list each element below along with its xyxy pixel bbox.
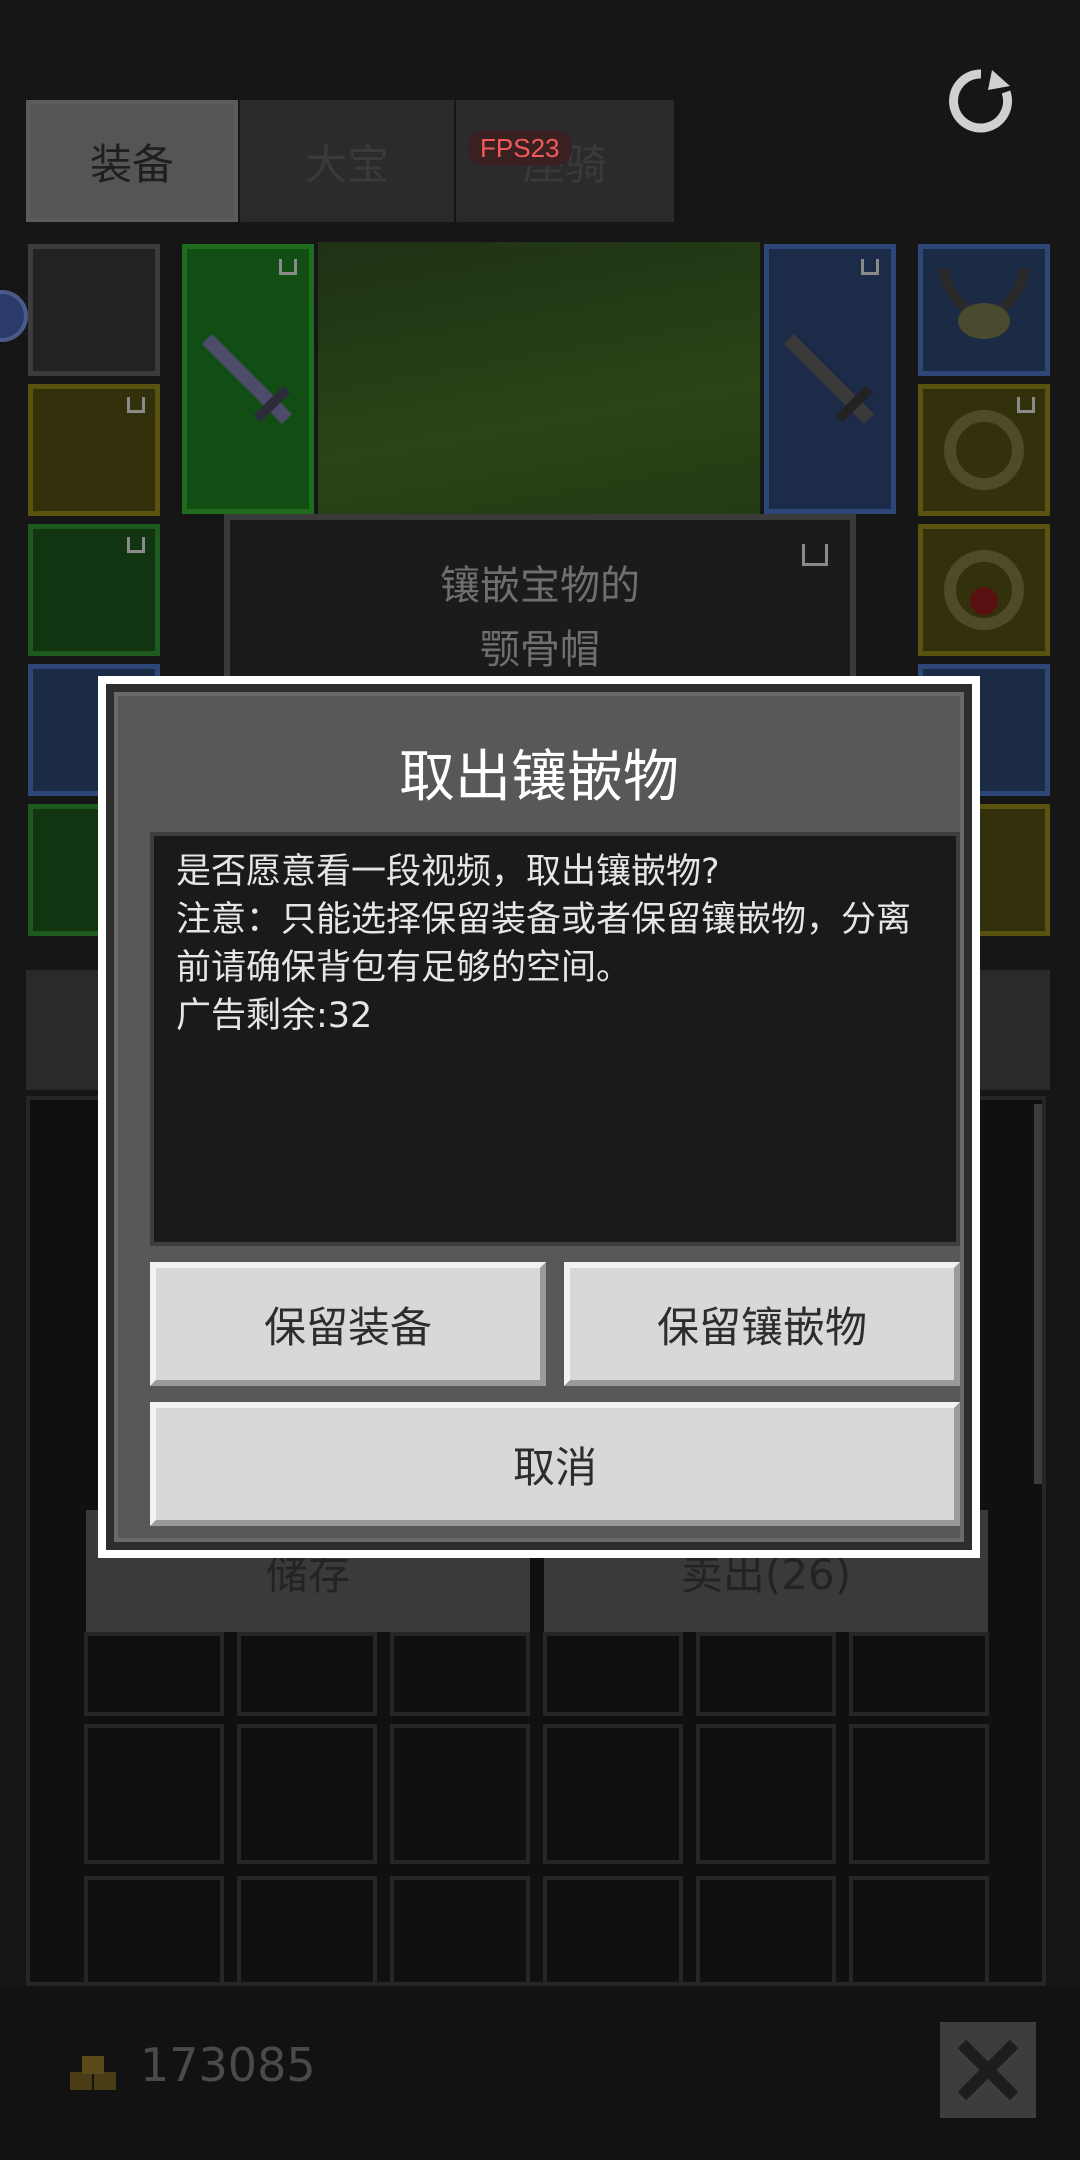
lock-icon — [861, 259, 879, 275]
inventory-cell[interactable] — [849, 1632, 989, 1716]
sword-icon — [784, 334, 874, 424]
inventory-cell[interactable] — [849, 1724, 989, 1864]
close-icon — [957, 2039, 1019, 2101]
cancel-button[interactable]: 取消 — [150, 1402, 960, 1526]
inventory-cell[interactable] — [390, 1876, 530, 1986]
tab-treasure[interactable]: 大宝 — [240, 100, 454, 222]
slot-helmet-right[interactable] — [918, 244, 1050, 376]
inventory-cell[interactable] — [543, 1632, 683, 1716]
slot-helmet[interactable] — [28, 244, 160, 376]
dialog-title: 取出镶嵌物 — [399, 745, 679, 810]
slot-weapon-main[interactable] — [182, 244, 314, 514]
fps-badge: FPS23 — [468, 130, 572, 166]
dialog-message: 是否愿意看一段视频，取出镶嵌物? 注意：只能选择保留装备或者保留镶嵌物，分离前请… — [150, 832, 960, 1246]
horned-helmet-icon — [938, 267, 1030, 339]
lock-icon — [127, 537, 145, 553]
inventory-cell[interactable] — [696, 1724, 836, 1864]
slot-weapon-off[interactable] — [764, 244, 896, 514]
inventory-cell[interactable] — [237, 1632, 377, 1716]
message-line: 是否愿意看一段视频，取出镶嵌物? — [176, 852, 720, 892]
avatar-chip[interactable] — [0, 290, 28, 342]
item-name-line2: 颚骨帽 — [480, 627, 600, 673]
slot-ring-2[interactable] — [918, 524, 1050, 656]
message-line: 广告剩余:32 — [176, 996, 373, 1036]
message-line: 注意：只能选择保留装备或者保留镶嵌物，分离前请确保背包有足够的空间。 — [176, 900, 912, 988]
lock-icon — [1017, 397, 1035, 413]
inventory-scrollbar[interactable] — [1034, 1104, 1042, 1484]
tab-equipment[interactable]: 装备 — [26, 100, 238, 222]
inventory-cell[interactable] — [237, 1724, 377, 1864]
extract-inlay-dialog: 取出镶嵌物 是否愿意看一段视频，取出镶嵌物? 注意：只能选择保留装备或者保留镶嵌… — [98, 676, 980, 1558]
inventory-cell[interactable] — [84, 1724, 224, 1864]
inventory-cell[interactable] — [84, 1876, 224, 1986]
inventory-cell[interactable] — [696, 1876, 836, 1986]
slot-armor[interactable] — [28, 384, 160, 516]
lock-icon — [279, 259, 297, 275]
ring-icon — [944, 550, 1024, 630]
refresh-icon[interactable] — [944, 64, 1018, 138]
inventory-cell[interactable] — [390, 1632, 530, 1716]
inventory-cell[interactable] — [696, 1632, 836, 1716]
gold-amount: 173085 — [140, 2038, 316, 2092]
slot-gloves[interactable] — [28, 524, 160, 656]
dialog-frame: 取出镶嵌物 是否愿意看一段视频，取出镶嵌物? 注意：只能选择保留装备或者保留镶嵌… — [106, 684, 972, 1550]
coin-icon — [70, 2056, 116, 2090]
keep-equipment-button[interactable]: 保留装备 — [150, 1262, 546, 1386]
slot-ring-1[interactable] — [918, 384, 1050, 516]
sword-icon — [202, 334, 292, 424]
inventory-cell[interactable] — [390, 1724, 530, 1864]
unlock-icon[interactable] — [802, 544, 828, 566]
inventory-cell[interactable] — [543, 1724, 683, 1864]
keep-inlay-button[interactable]: 保留镶嵌物 — [564, 1262, 960, 1386]
close-button[interactable] — [940, 2022, 1036, 2118]
item-name-line1: 镶嵌宝物的 — [440, 563, 640, 609]
dialog-panel: 取出镶嵌物 是否愿意看一段视频，取出镶嵌物? 注意：只能选择保留装备或者保留镶嵌… — [114, 692, 964, 1542]
inventory-cell[interactable] — [543, 1876, 683, 1986]
inventory-cell[interactable] — [237, 1876, 377, 1986]
inventory-cell[interactable] — [849, 1876, 989, 1986]
inventory-cell[interactable] — [84, 1632, 224, 1716]
lock-icon — [127, 397, 145, 413]
